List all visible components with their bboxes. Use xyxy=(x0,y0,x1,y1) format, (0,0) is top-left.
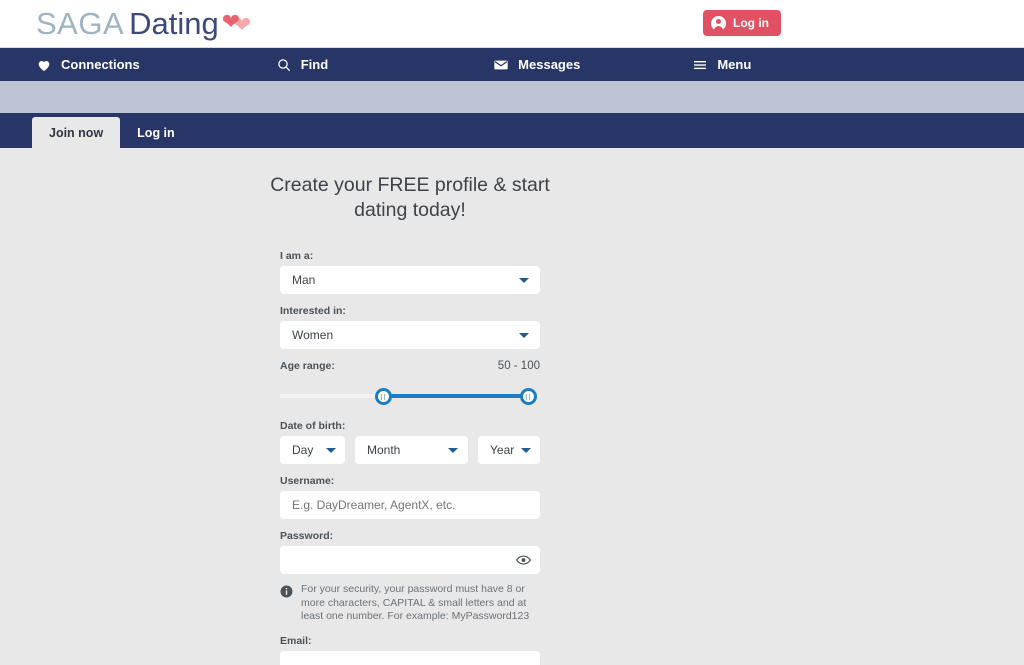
main-navigation: Connections Find Messages Menu xyxy=(0,48,1024,81)
interested-in-value: Women xyxy=(292,328,334,342)
password-field-wrapper[interactable] xyxy=(280,546,540,574)
chevron-down-icon xyxy=(521,448,531,453)
chevron-down-icon xyxy=(519,278,529,283)
user-avatar-icon xyxy=(711,15,726,31)
heart-icon xyxy=(38,60,50,71)
eye-icon[interactable] xyxy=(516,555,531,565)
gender-select[interactable]: Man xyxy=(280,266,540,294)
dob-day-select[interactable]: Day xyxy=(280,436,345,464)
nav-item-menu[interactable]: Menu xyxy=(692,57,751,73)
age-range-label: Age range: xyxy=(280,360,335,372)
age-range-value: 50 - 100 xyxy=(497,360,540,372)
site-logo[interactable]: SAGA Dating ❤ ❤ xyxy=(36,4,256,44)
password-hint-text: For your security, your password must ha… xyxy=(301,583,530,622)
nav-item-find[interactable]: Find xyxy=(276,57,328,73)
logo-word-text: Dating xyxy=(129,6,219,41)
email-label: Email: xyxy=(280,634,312,647)
tab-join-now[interactable]: Join now xyxy=(32,117,121,148)
gender-value: Man xyxy=(292,273,316,287)
age-range-header: Age range: 50 - 100 xyxy=(280,360,540,376)
username-input[interactable] xyxy=(280,491,540,519)
site-header: SAGA Dating ❤ ❤ Log in xyxy=(0,0,1024,48)
password-hint: For your security, your password must ha… xyxy=(280,583,548,624)
slider-track-fill xyxy=(383,394,530,398)
hamburger-icon xyxy=(694,60,707,69)
envelope-icon xyxy=(494,60,508,69)
page-content: Create your FREE profile & start dating … xyxy=(0,148,1024,665)
header-login-label: Log in xyxy=(733,16,769,30)
username-label: Username: xyxy=(280,475,335,487)
gender-label: I am a: xyxy=(280,250,314,262)
nav-label-connections: Connections xyxy=(61,57,140,72)
tab-log-in[interactable]: Log in xyxy=(120,118,192,148)
password-label: Password: xyxy=(280,530,334,542)
interested-in-select[interactable]: Women xyxy=(280,321,540,349)
decorative-band xyxy=(0,81,1024,113)
tab-join-now-label: Join now xyxy=(49,125,104,140)
dob-month-value: Month xyxy=(367,443,401,457)
chevron-down-icon xyxy=(448,448,458,453)
tab-log-in-label: Log in xyxy=(137,126,175,140)
chevron-down-icon xyxy=(326,448,336,453)
info-icon xyxy=(280,585,293,598)
signup-form: Create your FREE profile & start dating … xyxy=(270,148,550,665)
dob-day-value: Day xyxy=(292,443,314,457)
search-icon xyxy=(277,58,290,71)
age-range-slider[interactable] xyxy=(280,383,540,409)
auth-tab-strip: Join now Log in xyxy=(0,113,1024,148)
slider-handle-max[interactable] xyxy=(520,388,537,405)
date-of-birth-row: Day Month Year xyxy=(280,436,540,464)
nav-label-find: Find xyxy=(300,57,329,72)
chevron-down-icon xyxy=(519,333,529,338)
dob-year-value: Year xyxy=(490,443,515,457)
nav-item-messages[interactable]: Messages xyxy=(493,57,580,73)
heart-icon: ❤ ❤ xyxy=(221,9,252,37)
email-input[interactable] xyxy=(280,650,540,665)
dob-year-select[interactable]: Year xyxy=(478,436,540,464)
header-login-button[interactable]: Log in xyxy=(703,10,781,36)
nav-label-menu: Menu xyxy=(717,57,752,72)
interested-in-label: Interested in: xyxy=(280,305,346,317)
logo-brand-text: SAGA xyxy=(36,6,125,41)
date-of-birth-label: Date of birth: xyxy=(280,420,346,432)
page-title: Create your FREE profile & start dating … xyxy=(270,174,550,221)
nav-item-connections[interactable]: Connections xyxy=(36,57,140,73)
dob-month-select[interactable]: Month xyxy=(355,436,468,464)
slider-handle-min[interactable] xyxy=(375,388,392,405)
nav-label-messages: Messages xyxy=(518,57,581,72)
